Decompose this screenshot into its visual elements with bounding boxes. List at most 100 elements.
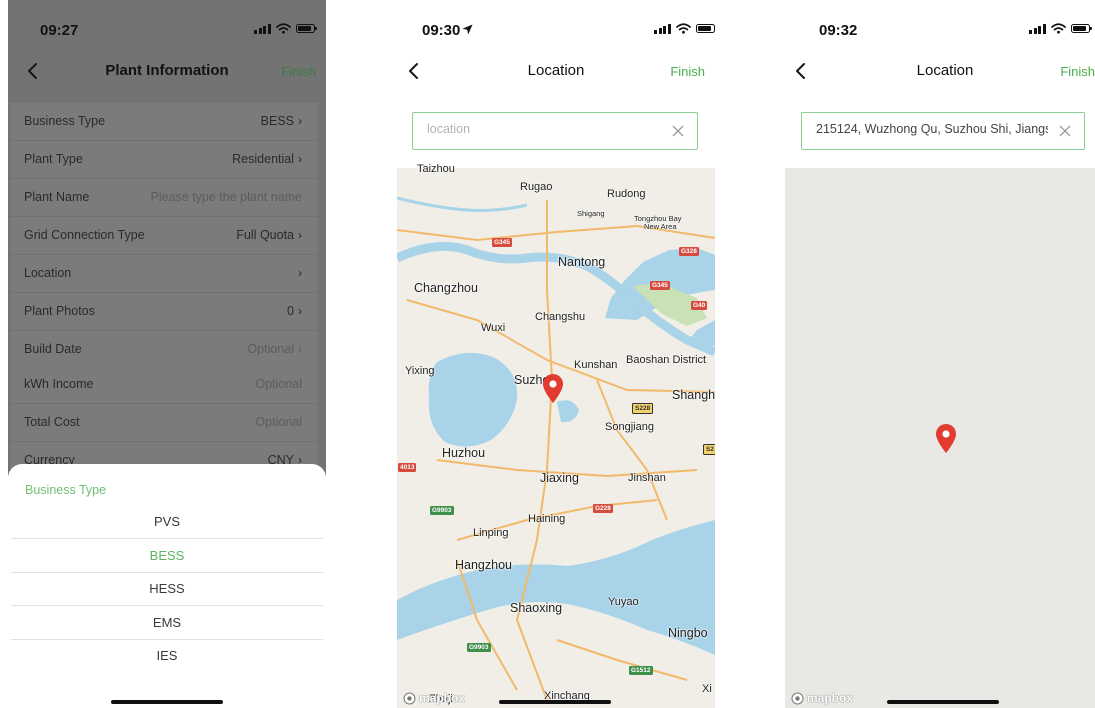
map-place-label: Yixing xyxy=(405,365,435,377)
row-value: Residential › xyxy=(232,152,302,166)
row-label: Plant Name xyxy=(24,190,90,204)
map-place-label: Linping xyxy=(473,527,509,539)
signal-icon xyxy=(254,23,271,34)
mapbox-attribution[interactable]: mapbox xyxy=(791,691,853,705)
home-indicator xyxy=(887,700,999,704)
row-value: 0 › xyxy=(287,304,302,318)
wifi-icon xyxy=(275,23,291,34)
finish-button[interactable]: Finish xyxy=(1060,64,1095,79)
row-value: Optional xyxy=(255,415,302,429)
form-row[interactable]: Plant Name Please type the plant name xyxy=(10,179,318,217)
row-value-text: Please type the plant name xyxy=(150,190,303,204)
cost-info-group: kWh Income Optional Total Cost Optional Curr… xyxy=(10,366,318,479)
map-place-label: Ningbo xyxy=(668,626,708,640)
business-type-option[interactable]: BESS xyxy=(11,539,323,573)
road-shield: G345 xyxy=(492,238,512,247)
location-map-screen: 09:30 Location Finish location Taizhou R… xyxy=(397,0,715,708)
row-label: Build Date xyxy=(24,342,82,356)
battery-icon xyxy=(295,24,317,33)
map-view[interactable]: Taizhou Rugao Rudong Shigang Tongzhou Bay New… xyxy=(397,163,715,708)
road-shield: G40 xyxy=(691,301,708,310)
row-value: Please type the plant name xyxy=(151,190,303,204)
battery-icon xyxy=(695,24,715,33)
form-row[interactable]: Business Type BESS › xyxy=(10,103,318,141)
nav-bar: Location Finish xyxy=(785,54,1095,90)
business-type-option[interactable]: EMS xyxy=(11,606,323,640)
status-bar: 09:30 xyxy=(397,0,715,58)
location-search-input[interactable] xyxy=(427,122,657,136)
row-label: Business Type xyxy=(24,114,106,128)
form-row[interactable]: Plant Type Residential › xyxy=(10,141,318,179)
page-title: Location xyxy=(916,62,974,79)
location-search-field[interactable] xyxy=(801,112,1085,150)
finish-button[interactable]: Finish xyxy=(281,64,316,79)
row-label: Plant Photos xyxy=(24,304,95,318)
row-value-text: Residential xyxy=(232,152,294,166)
map-place-label: Wuxi xyxy=(481,322,506,334)
row-label: kWh Income xyxy=(24,377,94,391)
business-type-option[interactable]: HESS xyxy=(11,572,323,606)
road-shield: G9903 xyxy=(430,506,454,515)
nav-bar: Location Finish xyxy=(397,54,715,90)
map-place-label: Changshu xyxy=(535,311,586,323)
form-row[interactable]: kWh Income Optional xyxy=(10,366,318,404)
location-selected-screen: 09:32 Location Finish mapbox xyxy=(785,0,1095,708)
status-time: 09:27 xyxy=(40,22,79,39)
wifi-icon xyxy=(1050,23,1066,34)
mapbox-wordmark: mapbox xyxy=(807,691,854,705)
road-shield: S228 xyxy=(632,403,654,414)
road-shield: 4013 xyxy=(398,463,417,472)
signal-icon xyxy=(654,23,671,34)
map-place-label: Rugao xyxy=(520,181,553,193)
clear-icon[interactable] xyxy=(1058,124,1072,138)
row-value: Full Quota › xyxy=(236,228,302,242)
row-value-text: Optional xyxy=(255,377,302,391)
page-title: Location xyxy=(527,62,585,79)
plant-info-group: Business Type BESS › Plant Type Residential ›… xyxy=(10,103,318,368)
row-value: Optional xyxy=(255,377,302,391)
plant-information-screen: 09:27 Plant Information Finish Business … xyxy=(8,0,326,708)
map-view[interactable]: mapbox xyxy=(785,168,1095,708)
location-pin-icon[interactable] xyxy=(935,424,957,454)
status-icons xyxy=(654,23,715,34)
map-place-label: Xi xyxy=(702,683,712,695)
form-row[interactable]: Location › xyxy=(10,255,318,293)
map-place-label: Yuyao xyxy=(608,596,639,608)
row-label: Location xyxy=(24,266,72,280)
status-icons xyxy=(1029,23,1092,34)
location-search-input[interactable] xyxy=(816,122,1048,136)
location-arrow-icon xyxy=(462,24,473,35)
sheet-title: Business Type xyxy=(25,483,107,497)
business-type-option[interactable]: PVS xyxy=(11,505,323,539)
mapbox-logo-icon xyxy=(403,692,416,704)
map-place-label: Shangh xyxy=(672,388,715,402)
mapbox-attribution[interactable]: mapbox xyxy=(403,691,465,705)
finish-button[interactable]: Finish xyxy=(670,64,705,79)
map-place-label: Kunshan xyxy=(574,359,618,371)
battery-icon xyxy=(1070,24,1092,33)
row-value: BESS › xyxy=(261,114,302,128)
clear-icon[interactable] xyxy=(671,124,685,138)
form-row[interactable]: Grid Connection Type Full Quota › xyxy=(10,217,318,255)
map-place-label: Jinshan xyxy=(628,472,666,484)
form-row[interactable]: Total Cost Optional xyxy=(10,404,318,442)
location-pin-icon[interactable] xyxy=(542,374,564,404)
status-icons xyxy=(254,23,317,34)
form-row[interactable]: Plant Photos 0 › xyxy=(10,293,318,331)
row-value-text: 0 xyxy=(287,304,294,318)
map-place-label: Hangzhou xyxy=(455,558,512,572)
home-indicator xyxy=(499,700,611,704)
row-value-text: BESS xyxy=(260,114,294,128)
nav-bar: Plant Information Finish xyxy=(8,54,326,90)
map-place-label: Changzhou xyxy=(414,281,478,295)
mapbox-wordmark: mapbox xyxy=(419,691,466,705)
status-time: 09:30 xyxy=(422,22,461,39)
road-shield: G345 xyxy=(650,281,670,290)
map-place-label: Shaoxing xyxy=(510,601,563,615)
form-row[interactable]: Build Date Optional › xyxy=(10,331,318,368)
chevron-right-icon: › xyxy=(298,266,302,280)
map-place-label: Huzhou xyxy=(442,446,486,460)
road-shield: G1512 xyxy=(629,666,653,675)
location-search-field[interactable] xyxy=(412,112,698,150)
business-type-option[interactable]: IES xyxy=(11,639,323,672)
